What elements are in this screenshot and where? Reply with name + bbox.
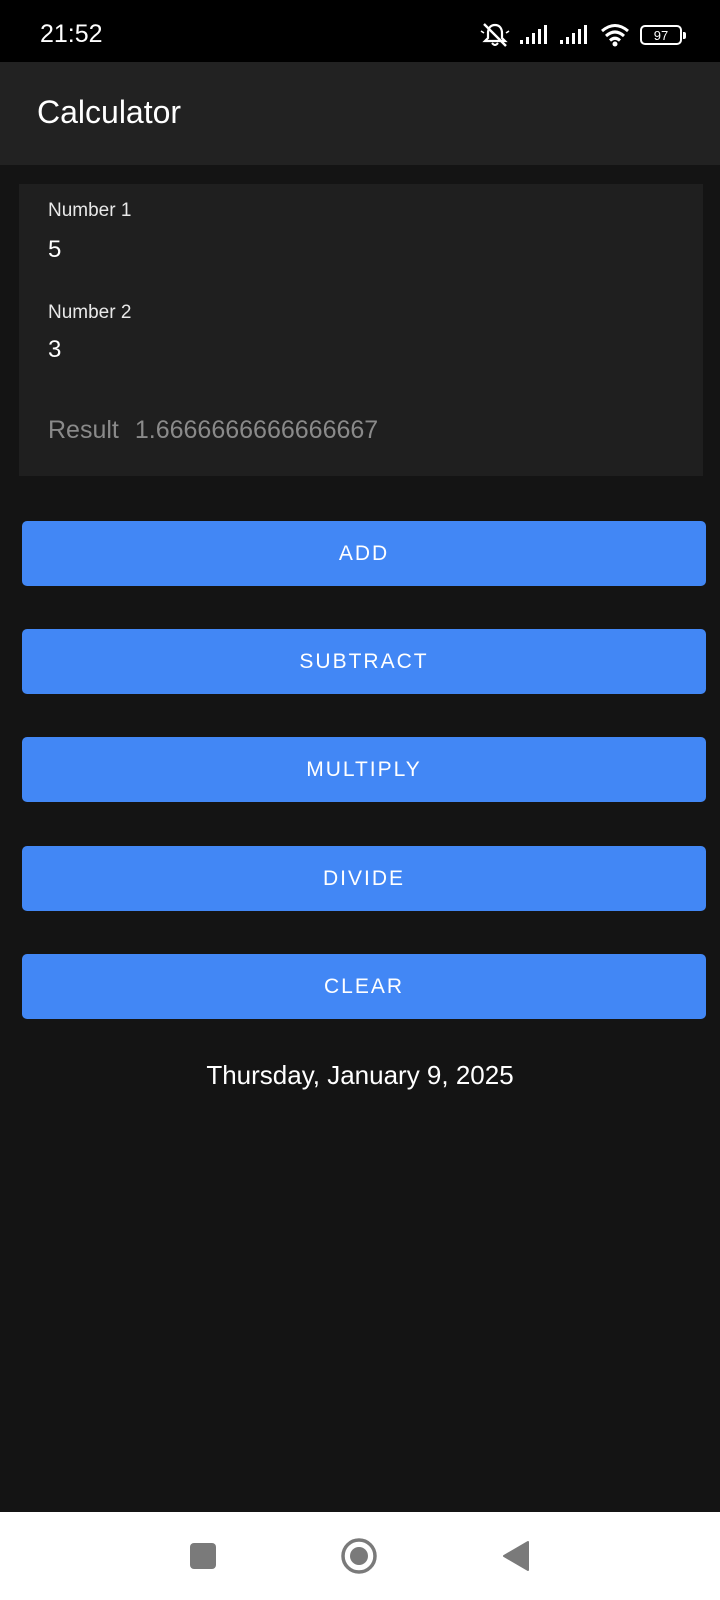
signal-icon [560,25,590,45]
number1-field[interactable]: 5 [48,236,61,264]
navigation-bar [0,1512,720,1600]
clear-button[interactable]: CLEAR [22,954,706,1019]
status-bar: 21:52 97 [0,0,720,62]
status-time: 21:52 [40,20,103,48]
result-value: 1.6666666666666667 [134,416,379,444]
bell-muted-icon [480,22,510,48]
number1-label: Number 1 [48,200,132,221]
divide-button[interactable]: DIVIDE [22,846,706,911]
back-icon[interactable] [496,1536,536,1576]
multiply-button[interactable]: MULTIPLY [22,737,706,802]
status-icons: 97 [480,20,686,50]
add-button[interactable]: ADD [22,521,706,586]
subtract-button[interactable]: SUBTRACT [22,629,706,694]
number2-label: Number 2 [48,302,132,323]
result-label: Result [48,416,119,444]
app-bar: Calculator [0,62,720,165]
result-row: Result 1.6666666666666667 [48,416,378,445]
number2-field[interactable]: 3 [48,336,61,364]
battery-level: 97 [653,27,669,43]
signal-icon [520,25,550,45]
app-title: Calculator [37,94,182,130]
wifi-icon [600,23,630,47]
current-date: Thursday, January 9, 2025 [206,1060,514,1090]
recents-icon[interactable] [183,1536,223,1576]
home-icon[interactable] [339,1536,379,1576]
battery-icon: 97 [640,25,686,45]
input-card: Number 1 5 Number 2 3 Result 1.6666666666… [19,184,703,476]
